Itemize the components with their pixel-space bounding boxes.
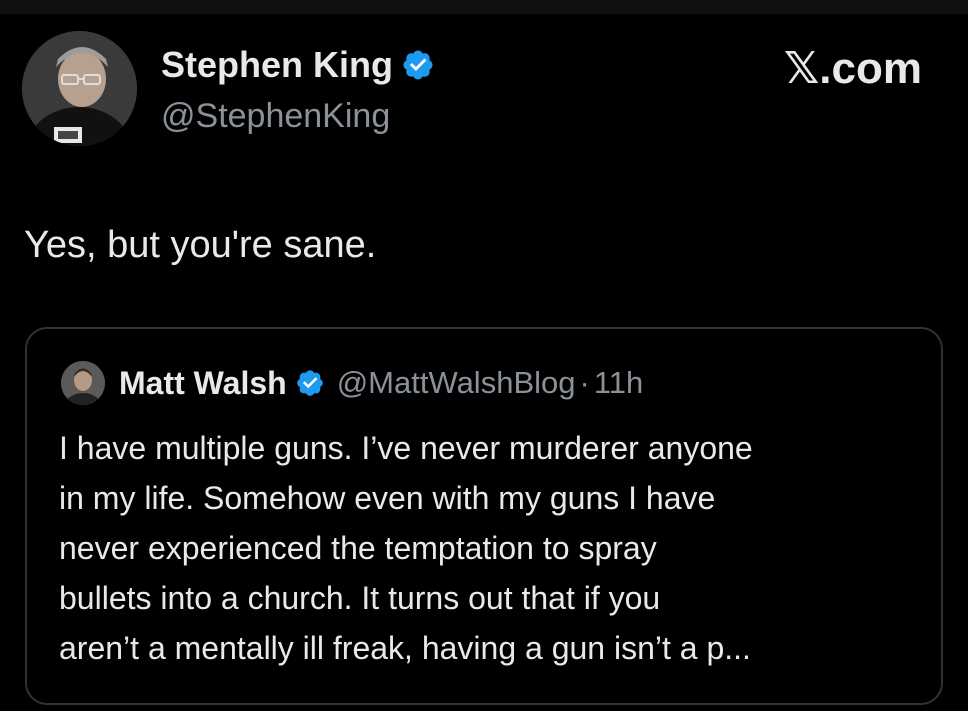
quoted-text-line: in my life. Somehow even with my guns I … xyxy=(59,480,716,516)
author-name-text[interactable]: Stephen King xyxy=(161,44,393,86)
quoted-timestamp[interactable]: 11h xyxy=(594,363,643,403)
tweet-text: Yes, but you're sane. xyxy=(24,224,377,266)
avatar-photo-icon xyxy=(22,31,137,146)
quoted-tweet-card[interactable]: Matt Walsh @MattWalshBlog · 11h I have m… xyxy=(25,327,943,705)
quoted-author-handle[interactable]: @MattWalshBlog xyxy=(337,363,576,403)
matt-walsh-avatar[interactable] xyxy=(61,361,105,405)
author-handle[interactable]: @StephenKing xyxy=(161,96,390,136)
verified-badge-icon xyxy=(403,50,433,80)
quoted-text-line: never experienced the temptation to spra… xyxy=(59,530,657,566)
verified-badge-icon xyxy=(296,370,323,396)
x-logo: 𝕏.com xyxy=(783,44,922,93)
quoted-tweet-text: I have multiple guns. I’ve never murdere… xyxy=(59,423,929,673)
dot-separator: · xyxy=(579,365,590,400)
quoted-tweet-header: Matt Walsh @MattWalshBlog · 11h xyxy=(119,363,643,403)
author-name[interactable]: Stephen King xyxy=(161,44,435,86)
quoted-text-line: bullets into a church. It turns out that… xyxy=(59,580,661,616)
quoted-text-line: I have multiple guns. I’ve never murdere… xyxy=(59,430,753,466)
avatar-photo-icon xyxy=(61,361,105,405)
top-bar xyxy=(0,0,968,14)
stephen-king-avatar[interactable] xyxy=(22,31,137,146)
quoted-author-name[interactable]: Matt Walsh xyxy=(119,363,287,403)
quoted-text-line: aren’t a mentally ill freak, having a gu… xyxy=(59,630,751,666)
